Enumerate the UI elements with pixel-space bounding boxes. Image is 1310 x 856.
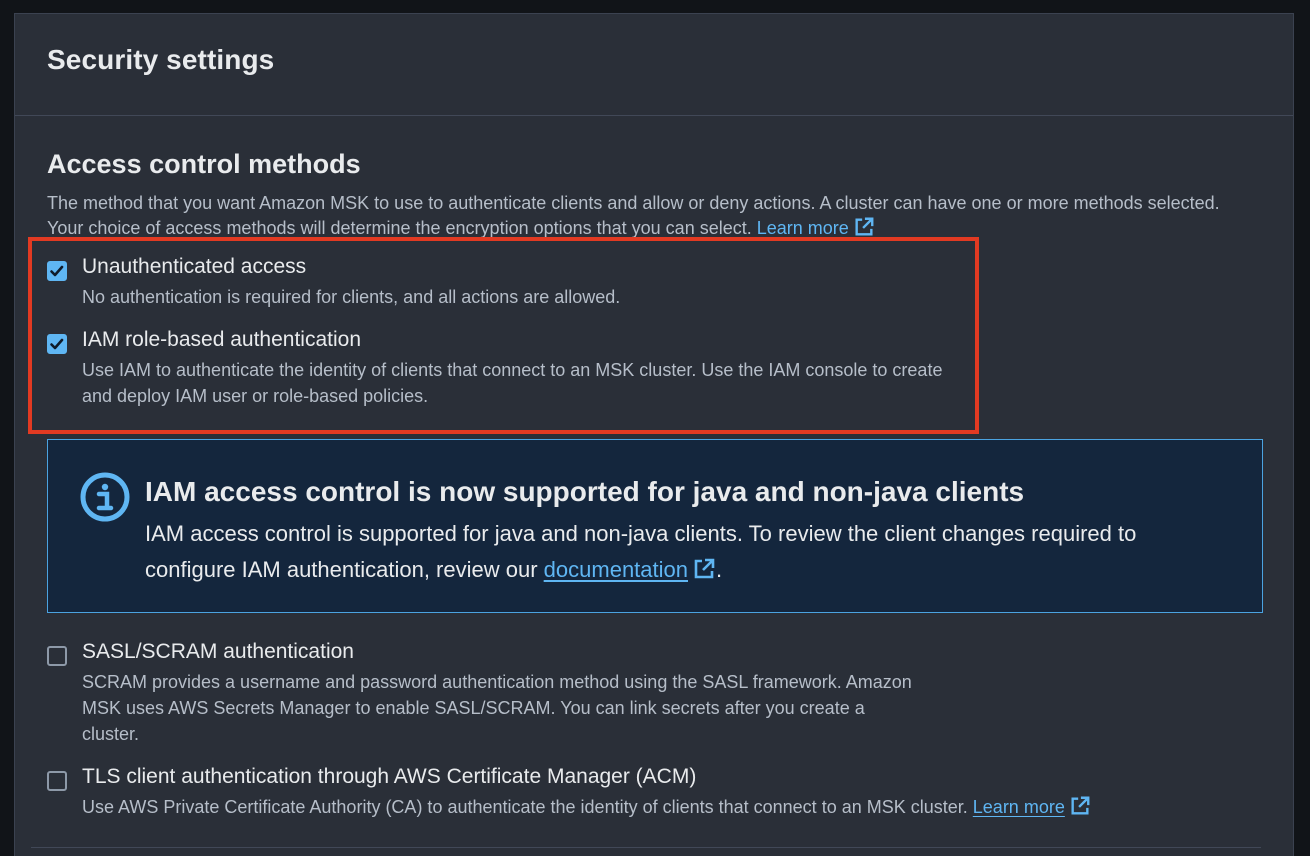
unauthenticated-access-label[interactable]: Unauthenticated access (82, 255, 306, 279)
iam-role-based-authentication-description: Use IAM to authenticate the identity of … (82, 360, 943, 406)
tls-client-authentication-label[interactable]: TLS client authentication through AWS Ce… (82, 765, 696, 789)
tls-client-authentication-description-text: Use AWS Private Certificate Authority (C… (82, 797, 968, 817)
alert-body: IAM access control is supported for java… (145, 516, 1225, 588)
iam-role-based-authentication-label[interactable]: IAM role-based authentication (82, 328, 361, 352)
unauthenticated-access-description: No authentication is required for client… (82, 287, 621, 307)
tls-learn-more-link[interactable]: Learn more (973, 797, 1065, 817)
alert-body-suffix: . (716, 557, 723, 582)
sasl-scram-authentication-checkbox[interactable] (47, 646, 67, 666)
check-icon (50, 265, 64, 277)
security-settings-panel: Security settings Access control methods… (14, 13, 1294, 856)
page: Security settings Access control methods… (0, 0, 1310, 856)
external-link-icon[interactable] (853, 216, 875, 238)
bottom-divider (31, 847, 1261, 848)
panel-title: Security settings (47, 44, 275, 75)
external-link-icon[interactable] (1069, 795, 1091, 817)
access-control-title: Access control methods (47, 149, 361, 179)
check-icon (50, 338, 64, 350)
learn-more-link[interactable]: Learn more (757, 218, 849, 238)
unauthenticated-access-checkbox[interactable] (47, 261, 67, 281)
external-link-icon[interactable] (692, 557, 716, 581)
documentation-link[interactable]: documentation (544, 557, 688, 582)
info-icon (80, 472, 130, 522)
access-control-description-text: The method that you want Amazon MSK to u… (47, 193, 1220, 238)
alert-title: IAM access control is now supported for … (145, 476, 1025, 507)
tls-client-authentication-checkbox[interactable] (47, 771, 67, 791)
sasl-scram-authentication-label[interactable]: SASL/SCRAM authentication (82, 640, 354, 664)
sasl-scram-authentication-description: SCRAM provides a username and password a… (82, 672, 912, 744)
info-alert: IAM access control is now supported for … (47, 439, 1263, 613)
tls-client-authentication-description: Use AWS Private Certificate Authority (C… (82, 794, 1262, 820)
iam-role-based-authentication-checkbox[interactable] (47, 334, 67, 354)
panel-header: Security settings (15, 14, 1293, 116)
access-control-description: The method that you want Amazon MSK to u… (47, 191, 1257, 241)
